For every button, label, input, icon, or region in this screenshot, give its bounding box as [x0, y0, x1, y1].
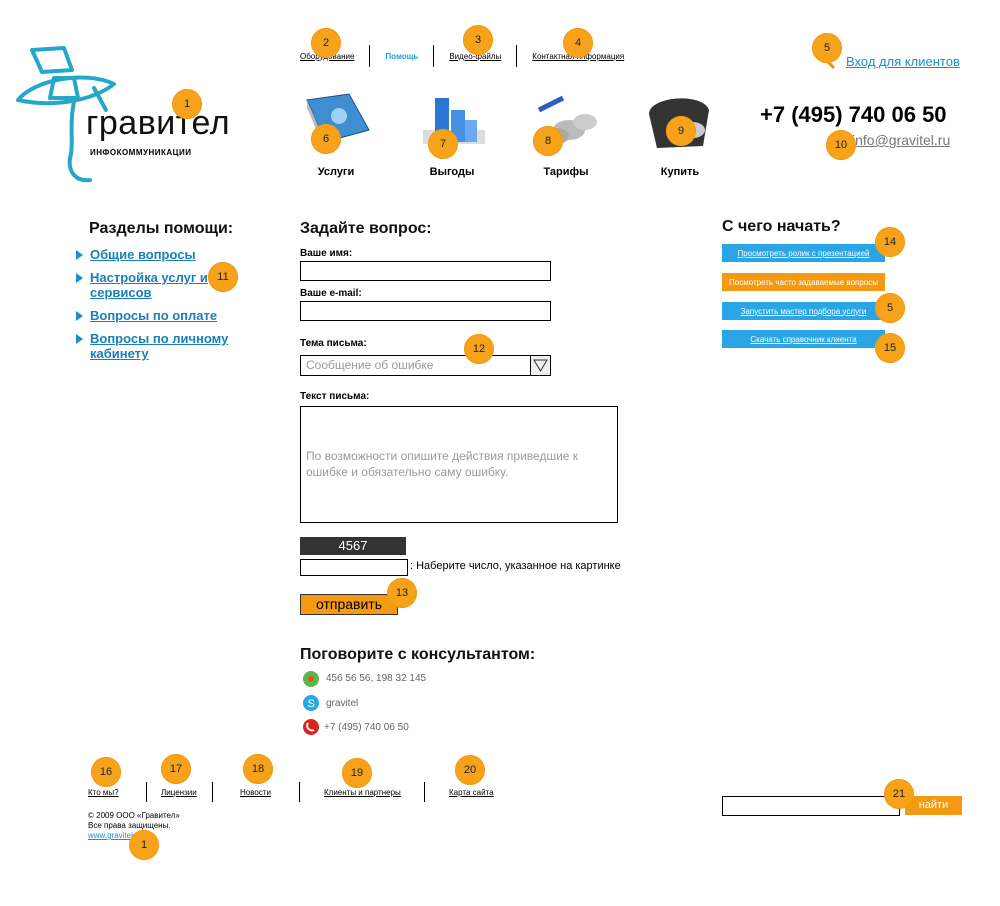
captcha-image: 4567: [300, 537, 406, 555]
message-placeholder: По возможности опишите действия приведши…: [306, 449, 579, 479]
nav-help[interactable]: Помощь: [370, 52, 433, 61]
footer-search-input[interactable]: [722, 796, 900, 816]
annotation-marker: 14: [875, 227, 905, 257]
message-textarea[interactable]: По возможности опишите действия приведши…: [300, 406, 618, 523]
annotation-marker: 20: [455, 755, 485, 785]
annotation-marker: 16: [91, 757, 121, 787]
help-link-general[interactable]: Общие вопросы: [90, 247, 196, 262]
rights: Все права защищены.: [88, 821, 171, 830]
phone-call-icon: [302, 718, 320, 741]
annotation-marker: 1: [172, 89, 202, 119]
annotation-marker: 5: [812, 33, 842, 63]
annotation-marker: 6: [311, 124, 341, 154]
consultant-title: Поговорите с консультантом:: [300, 646, 536, 663]
logo[interactable]: гравител инфокоммуникации: [14, 40, 259, 190]
triangle-icon: [76, 311, 83, 321]
skype-icon: S: [302, 694, 320, 717]
footer-link-licenses[interactable]: Лицензии: [161, 788, 197, 797]
annotation-marker: 3: [463, 25, 493, 55]
footer-divider: [146, 782, 147, 802]
product-benefits-label: Выгоды: [429, 166, 475, 178]
email-label: Ваше e-mail:: [300, 288, 362, 299]
product-services-label: Услуги: [317, 166, 355, 178]
skype-name: gravitel: [326, 698, 359, 709]
text-label: Текст письма:: [300, 391, 370, 402]
email-field[interactable]: [300, 301, 551, 321]
footer-link-news[interactable]: Новости: [240, 788, 271, 797]
footer-link-clients[interactable]: Клиенты и партнеры: [324, 788, 401, 797]
header-phone: +7 (495) 740 06 50: [760, 102, 947, 127]
footer-divider: [299, 782, 300, 802]
submit-button[interactable]: отправить: [300, 594, 398, 615]
annotation-marker: 9: [666, 116, 696, 146]
triangle-icon: [76, 250, 83, 260]
triangle-icon: [76, 334, 83, 344]
annotation-marker: 12: [464, 334, 494, 364]
annotation-marker: 7: [428, 129, 458, 159]
topic-select[interactable]: Сообщение об ошибке: [300, 355, 551, 376]
client-handbook-button[interactable]: Скачать справочник клиента: [722, 330, 885, 348]
annotation-marker: 11: [208, 262, 238, 292]
icq-numbers: 456 56 56, 198 32 145: [326, 673, 427, 684]
name-label: Ваше имя:: [300, 248, 353, 259]
annotation-marker: 18: [243, 754, 273, 784]
annotation-marker: 1: [129, 830, 159, 860]
topic-label: Тема письма:: [300, 338, 367, 349]
help-link-payment[interactable]: Вопросы по оплате: [90, 308, 217, 323]
annotation-marker: 4: [563, 28, 593, 58]
annotation-marker: 8: [533, 126, 563, 156]
watch-presentation-button[interactable]: Просмотреть ролик с презентацией: [722, 244, 885, 262]
icq-icon: [302, 670, 320, 693]
triangle-icon: [76, 273, 83, 283]
copyright: © 2009 ООО «Гравител»: [88, 811, 180, 820]
footer-divider: [424, 782, 425, 802]
consultant-phone: +7 (495) 740 06 50: [324, 722, 409, 733]
annotation-marker: 5: [875, 293, 905, 323]
annotation-marker: 21: [884, 779, 914, 809]
annotation-marker: 17: [161, 754, 191, 784]
footer-link-sitemap[interactable]: Карта сайта: [449, 788, 494, 797]
annotation-marker: 10: [826, 130, 856, 160]
header-email[interactable]: info@gravitel.ru: [852, 132, 950, 148]
product-buy-label: Купить: [660, 166, 700, 178]
login-link[interactable]: Вход для клиентов: [846, 54, 960, 69]
start-title: С чего начать?: [722, 218, 841, 235]
footer-link-about[interactable]: Кто мы?: [88, 788, 119, 797]
annotation-marker: 2: [311, 28, 341, 58]
help-title: Разделы помощи:: [89, 220, 234, 237]
dropdown-arrow-icon[interactable]: [530, 356, 550, 375]
logo-name: гравител: [86, 104, 231, 142]
service-wizard-button[interactable]: Запустить мастер подбора услуги: [722, 302, 885, 320]
help-link-settings[interactable]: Настройка услуг и сервисов: [90, 270, 220, 300]
name-field[interactable]: [300, 261, 551, 281]
faq-button[interactable]: Посмотреть часто задаваемые вопросы: [722, 273, 885, 291]
footer-search-button[interactable]: найти: [905, 796, 962, 815]
annotation-marker: 13: [387, 578, 417, 608]
product-tariffs-label: Тарифы: [543, 166, 589, 178]
help-link-cabinet[interactable]: Вопросы по личному кабинету: [90, 331, 240, 361]
captcha-hint: : Наберите число, указанное на картинке: [410, 560, 621, 572]
logo-subtitle: инфокоммуникации: [90, 148, 192, 157]
footer-divider: [212, 782, 213, 802]
annotation-marker: 19: [342, 758, 372, 788]
captcha-field[interactable]: [300, 559, 408, 576]
topic-select-value: Сообщение об ошибке: [306, 358, 434, 372]
form-title: Задайте вопрос:: [300, 220, 432, 237]
svg-text:S: S: [308, 698, 315, 710]
annotation-marker: 15: [875, 333, 905, 363]
